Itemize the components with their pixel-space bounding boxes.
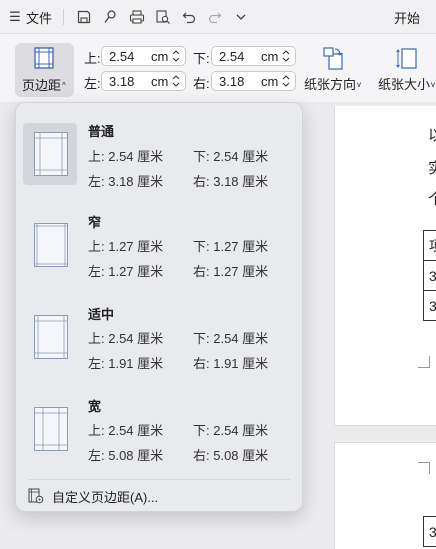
chevron-down-icon: v	[357, 80, 362, 89]
table-cell: 3	[423, 290, 436, 321]
caret-up-icon: ^	[62, 81, 66, 90]
format-painter-icon[interactable]	[100, 7, 120, 27]
orientation-label: 纸张方向	[304, 77, 357, 92]
document-text: 以	[428, 127, 436, 144]
tab-start[interactable]: 开始	[394, 8, 420, 27]
top-margin-value: 2.54	[109, 49, 135, 64]
page-corner-mark	[418, 462, 430, 474]
preset-bottom: 下: 2.54 厘米	[193, 423, 269, 438]
bottom-margin-value: 2.54	[219, 49, 245, 64]
title-bar: ☰ 文件 开始	[0, 0, 436, 34]
preset-left: 左: 3.18 厘米	[88, 174, 164, 189]
preset-wide[interactable]: 宽 上: 2.54 厘米 下: 2.54 厘米 左: 5.08 厘米 右: 5.…	[23, 380, 297, 468]
spinner-icon[interactable]	[171, 48, 181, 64]
bottom-margin-field[interactable]: 2.54 cm	[211, 46, 296, 66]
preset-bottom: 下: 2.54 厘米	[193, 331, 269, 346]
document-page[interactable]	[334, 442, 436, 549]
orientation-button[interactable]: 纸张方向v	[304, 46, 361, 93]
spinner-icon[interactable]	[281, 48, 291, 64]
preset-left: 左: 1.91 厘米	[88, 356, 164, 371]
spinner-icon[interactable]	[281, 73, 291, 89]
right-margin-label: 右:	[193, 76, 210, 91]
preset-moderate[interactable]: 适中 上: 2.54 厘米 下: 2.54 厘米 左: 1.91 厘米 右: 1…	[23, 288, 297, 376]
preset-bottom: 下: 2.54 厘米	[193, 149, 269, 164]
page-margins-icon	[34, 132, 68, 176]
preset-narrow[interactable]: 窄 上: 1.27 厘米 下: 1.27 厘米 左: 1.27 厘米 右: 1.…	[23, 196, 297, 284]
hamburger-icon[interactable]: ☰	[8, 9, 22, 25]
chevron-down-icon[interactable]	[231, 7, 251, 27]
orientation-icon	[322, 47, 343, 70]
paper-size-label: 纸张大小	[378, 77, 431, 92]
right-margin-value: 3.18	[219, 74, 245, 89]
preset-right: 右: 3.18 厘米	[193, 174, 269, 189]
table-cell: 3	[423, 260, 436, 291]
preset-right: 右: 1.91 厘米	[193, 356, 269, 371]
margins-icon	[34, 47, 54, 69]
file-menu[interactable]: 文件	[26, 8, 52, 27]
preset-name: 普通	[88, 124, 115, 139]
preset-top: 上: 1.27 厘米	[88, 239, 164, 254]
top-margin-field[interactable]: 2.54 cm	[101, 46, 186, 66]
right-margin-field[interactable]: 3.18 cm	[211, 71, 296, 91]
left-margin-label: 左:	[84, 76, 101, 91]
page-margins-icon	[34, 315, 68, 359]
preset-top: 上: 2.54 厘米	[88, 149, 164, 164]
page-margins-icon	[34, 223, 68, 267]
margins-button-label: 页边距	[22, 78, 62, 93]
toolbar-divider	[63, 9, 64, 25]
document-page[interactable]	[334, 106, 436, 426]
custom-margins-icon	[28, 488, 44, 504]
ribbon: 页边距^ 上: 2.54 cm 下: 2.54 cm 左: 3.18 cm 右:…	[0, 34, 436, 102]
preset-normal[interactable]: 普通 上: 2.54 厘米 下: 2.54 厘米 左: 3.18 厘米 右: 3…	[23, 105, 297, 193]
preset-name: 适中	[88, 307, 115, 322]
document-text: 个	[428, 191, 436, 208]
document-text: 实	[428, 160, 436, 177]
document-table: 3	[423, 516, 436, 547]
bottom-margin-label: 下:	[193, 51, 210, 66]
left-margin-field[interactable]: 3.18 cm	[101, 71, 186, 91]
print-icon[interactable]	[127, 7, 147, 27]
preset-left: 左: 1.27 厘米	[88, 264, 164, 279]
preset-name: 宽	[88, 399, 102, 414]
unit-label: cm	[151, 74, 169, 89]
top-margin-label: 上:	[84, 51, 101, 66]
page-margins-icon	[34, 407, 68, 451]
margins-dropdown: 普通 上: 2.54 厘米 下: 2.54 厘米 左: 3.18 厘米 右: 3…	[15, 102, 303, 512]
preset-left: 左: 5.08 厘米	[88, 448, 164, 463]
unit-label: cm	[151, 49, 169, 64]
custom-margins-label: 自定义页边距(A)...	[52, 489, 159, 505]
paper-size-button[interactable]: 纸张大小v	[378, 46, 435, 93]
preset-top: 上: 2.54 厘米	[88, 331, 164, 346]
redo-icon[interactable]	[205, 7, 225, 27]
table-cell: 3	[423, 516, 436, 547]
margins-button[interactable]: 页边距^	[15, 43, 74, 97]
document-table: 项 3 3	[423, 230, 436, 321]
left-margin-value: 3.18	[109, 74, 135, 89]
spinner-icon[interactable]	[171, 73, 181, 89]
unit-label: cm	[261, 49, 279, 64]
preset-right: 右: 1.27 厘米	[193, 264, 269, 279]
menu-divider	[28, 479, 290, 480]
custom-margins-item[interactable]: 自定义页边距(A)...	[28, 486, 158, 506]
preset-name: 窄	[88, 215, 102, 230]
table-cell: 项	[423, 230, 436, 261]
preset-bottom: 下: 1.27 厘米	[193, 239, 269, 254]
preset-top: 上: 2.54 厘米	[88, 423, 164, 438]
undo-icon[interactable]	[179, 7, 199, 27]
unit-label: cm	[261, 74, 279, 89]
page-corner-mark	[418, 356, 430, 368]
chevron-down-icon: v	[431, 80, 436, 89]
print-preview-icon[interactable]	[153, 7, 173, 27]
preset-right: 右: 5.08 厘米	[193, 448, 269, 463]
paper-size-icon	[395, 48, 417, 69]
save-icon[interactable]	[74, 7, 94, 27]
